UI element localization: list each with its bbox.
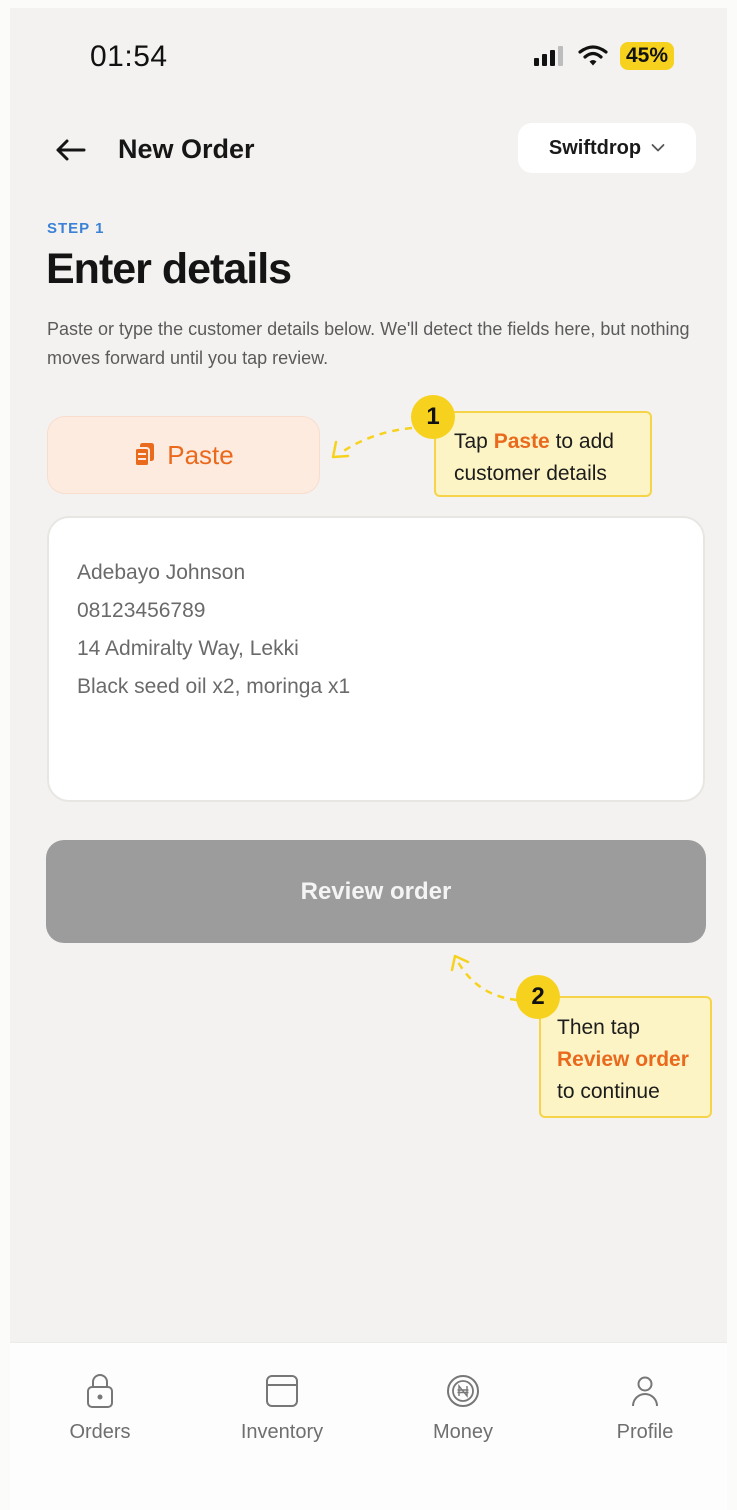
store-select[interactable]: Swiftdrop <box>518 123 696 173</box>
tip-highlight: Review order <box>557 1048 689 1071</box>
signal-icon <box>534 46 563 66</box>
battery-indicator: 45% <box>620 42 675 70</box>
guide-arrow-review-head <box>450 954 470 972</box>
nav-item-money[interactable]: Money <box>383 1371 543 1444</box>
tip-text: to continue <box>557 1080 660 1103</box>
tip-number-badge: 2 <box>516 975 560 1019</box>
page-heading: Enter details <box>46 245 292 293</box>
frame-edge-top <box>0 0 737 8</box>
paste-button[interactable]: Paste <box>47 416 320 494</box>
tip-highlight: Paste <box>493 430 550 453</box>
nav-label: Money <box>432 1421 494 1443</box>
naira-coin-icon <box>447 1375 479 1407</box>
guide-arrow-paste-head <box>331 440 350 459</box>
customer-details-input[interactable]: Adebayo Johnson 08123456789 14 Admiralty… <box>47 516 705 802</box>
paste-button-label: Paste <box>167 439 234 470</box>
review-order-label: Review order <box>300 877 452 905</box>
bottom-nav: Orders Inventory Money Profile <box>10 1342 727 1510</box>
frame-edge-right <box>727 0 737 1510</box>
clipboard-icon <box>134 443 155 467</box>
back-button[interactable] <box>52 132 88 168</box>
box-icon <box>266 1375 298 1407</box>
arrow-left-icon <box>56 139 86 161</box>
user-icon <box>632 1376 658 1407</box>
chevron-down-icon <box>651 144 665 152</box>
nav-item-orders[interactable]: Orders <box>20 1371 180 1444</box>
details-line: Black seed oil x2, moringa x1 <box>77 675 351 698</box>
nav-label: Profile <box>616 1421 674 1443</box>
store-select-label: Swiftdrop <box>548 136 642 159</box>
step-description: Paste or type the customer details below… <box>47 319 690 368</box>
nav-item-profile[interactable]: Profile <box>565 1371 725 1444</box>
details-line: Adebayo Johnson <box>77 561 246 584</box>
details-line: 08123456789 <box>77 599 206 622</box>
nav-label: Inventory <box>240 1421 324 1443</box>
review-order-button[interactable]: Review order <box>46 840 706 943</box>
guide-arrow-paste <box>341 426 413 454</box>
frame-edge-left <box>0 0 10 1510</box>
wifi-icon <box>578 45 608 66</box>
tip-number-badge: 1 <box>411 395 455 439</box>
status-icons: 45% <box>534 42 675 70</box>
lock-bag-icon <box>87 1374 113 1408</box>
tip-paste: Tap Paste to add customer details <box>434 411 652 497</box>
tip-review: Then tap Review order to continue <box>539 996 712 1118</box>
status-time: 01:54 <box>90 40 168 73</box>
tip-text: Then tap <box>557 1016 640 1039</box>
tip-text: Tap <box>454 430 494 453</box>
nav-label: Orders <box>69 1421 131 1443</box>
app-screen: 01:54 45% New Order Swiftdrop STEP 1 Ent… <box>0 0 737 1510</box>
details-line: 14 Admiralty Way, Lekki <box>77 637 299 660</box>
page-title: New Order <box>118 134 255 164</box>
guide-arrow-review <box>456 961 518 1002</box>
nav-item-inventory[interactable]: Inventory <box>202 1371 362 1444</box>
step-label: STEP 1 <box>47 220 105 237</box>
